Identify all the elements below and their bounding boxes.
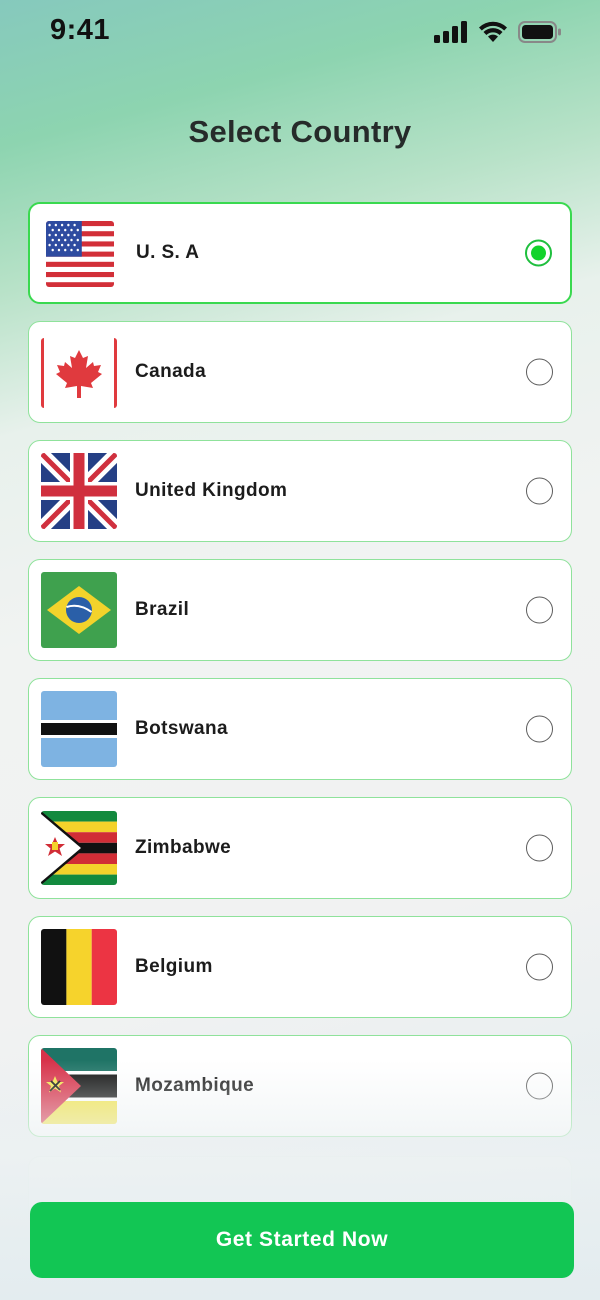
status-time: 9:41 bbox=[50, 14, 111, 46]
country-name: Brazil bbox=[135, 599, 190, 620]
country-item-mozambique[interactable]: Mozambique bbox=[28, 1035, 572, 1137]
belgium-flag-icon bbox=[41, 929, 117, 1005]
page-title: Select Country bbox=[188, 114, 412, 149]
radio-button-icon[interactable] bbox=[526, 953, 553, 981]
wifi-icon bbox=[477, 20, 509, 49]
canada-flag-icon bbox=[41, 338, 117, 408]
radio-button-icon[interactable] bbox=[526, 596, 553, 624]
country-item-belgium[interactable]: Belgium bbox=[28, 916, 572, 1018]
brazil-flag-icon bbox=[41, 572, 117, 648]
status-bar: 9:41 bbox=[0, 0, 600, 64]
country-item-usa[interactable]: U. S. A bbox=[28, 202, 572, 304]
country-item-brazil[interactable]: Brazil bbox=[28, 559, 572, 661]
battery-icon bbox=[518, 20, 562, 49]
country-item-united-kingdom[interactable]: United Kingdom bbox=[28, 440, 572, 542]
radio-button-icon[interactable] bbox=[526, 715, 553, 743]
country-name: U. S. A bbox=[136, 242, 200, 263]
radio-button-icon[interactable] bbox=[526, 1072, 553, 1100]
radio-button-icon[interactable] bbox=[526, 358, 553, 386]
country-name: Mozambique bbox=[135, 1075, 255, 1096]
country-item-botswana[interactable]: Botswana bbox=[28, 678, 572, 780]
uk-flag-icon bbox=[41, 453, 117, 529]
country-item-zimbabwe[interactable]: Zimbabwe bbox=[28, 797, 572, 899]
country-name: Belgium bbox=[135, 956, 213, 977]
country-name: Zimbabwe bbox=[135, 837, 232, 858]
country-name: United Kingdom bbox=[135, 480, 288, 501]
botswana-flag-icon bbox=[41, 691, 117, 767]
country-name: Botswana bbox=[135, 718, 228, 739]
radio-button-icon[interactable] bbox=[525, 239, 552, 267]
country-name: Canada bbox=[135, 361, 207, 382]
get-started-button[interactable]: Get Started Now bbox=[30, 1202, 574, 1278]
radio-button-icon[interactable] bbox=[526, 477, 553, 505]
country-item-canada[interactable]: Canada bbox=[28, 321, 572, 423]
radio-button-icon[interactable] bbox=[526, 834, 553, 862]
zimbabwe-flag-icon bbox=[41, 811, 117, 885]
usa-flag-icon bbox=[46, 221, 114, 287]
cellular-signal-icon bbox=[434, 21, 468, 48]
status-icons bbox=[434, 20, 562, 49]
mozambique-flag-icon bbox=[41, 1048, 117, 1124]
